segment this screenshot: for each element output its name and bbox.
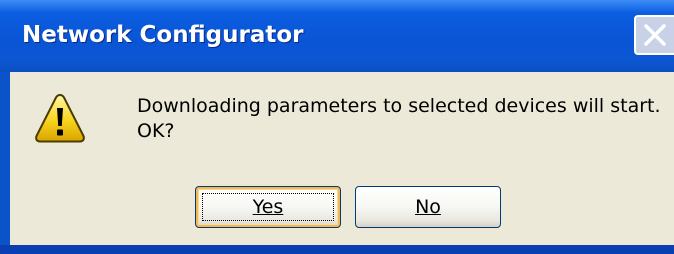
- no-button[interactable]: No: [355, 186, 501, 228]
- message-line: OK?: [137, 120, 175, 142]
- no-button-label: No: [415, 196, 441, 218]
- message-line: Downloading parameters to selected devic…: [137, 95, 661, 117]
- message-dialog: Network Configurator Downloading paramet…: [0, 0, 674, 254]
- close-icon: [644, 24, 666, 46]
- close-button[interactable]: [634, 15, 674, 55]
- window-frame-bottom: [0, 245, 674, 254]
- warning-icon: [35, 93, 85, 143]
- window-title: Network Configurator: [22, 22, 304, 48]
- yes-button-label: Yes: [252, 196, 284, 218]
- yes-button[interactable]: Yes: [195, 186, 341, 228]
- dialog-body: Downloading parameters to selected devic…: [10, 72, 674, 245]
- title-bar[interactable]: Network Configurator: [0, 0, 674, 72]
- dialog-message: Downloading parameters to selected devic…: [137, 94, 667, 144]
